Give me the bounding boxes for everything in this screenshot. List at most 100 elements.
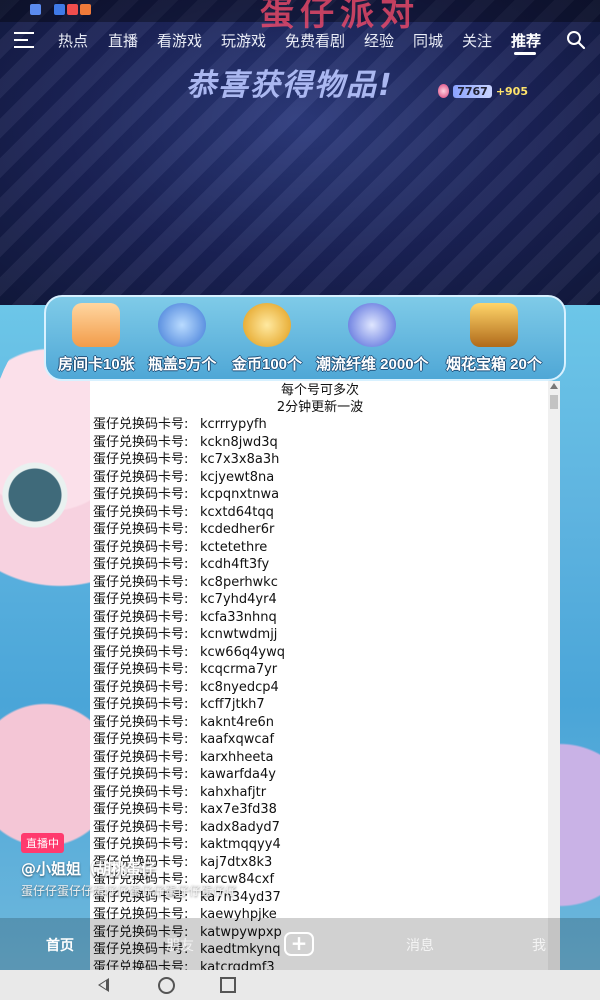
code-prefix: 蛋仔兑换码卡号: (93, 574, 189, 590)
active-tab-indicator (514, 52, 536, 55)
code-prefix: 蛋仔兑换码卡号: (93, 837, 189, 852)
tab-friends[interactable]: 朋友 (166, 935, 194, 955)
document-header-line: 每个号可多次 (280, 383, 359, 398)
code-line: 蛋仔兑换码卡号: kax7e3fd38 (93, 801, 543, 819)
code-prefix: 蛋仔兑换码卡号: (93, 452, 189, 467)
document-header: 每个号可多次 2分钟更新一波 (90, 381, 550, 416)
code-value: kaktmqqyy4 (200, 837, 281, 852)
code-line: 蛋仔兑换码卡号: kckn8jwd3q (93, 434, 543, 452)
code-value: kc8perhwkc (200, 574, 278, 590)
code-prefix: 蛋仔兑换码卡号: (93, 784, 189, 800)
fiber-orb-icon (348, 303, 397, 347)
code-line: 蛋仔兑换码卡号: kcdh4ft3fy (93, 556, 543, 574)
menu-icon[interactable] (14, 32, 34, 48)
reward-item: 潮流纤维 2000个 (316, 303, 429, 374)
code-line: 蛋仔兑换码卡号: kcpqnxtnwa (93, 486, 543, 504)
code-value: kcxtd64tqq (200, 504, 274, 520)
create-plus-icon[interactable]: + (284, 932, 314, 956)
reward-label: 潮流纤维 2000个 (316, 356, 429, 373)
congrats-text: 恭喜获得物品! (186, 68, 394, 103)
back-icon[interactable] (98, 978, 109, 992)
reward-item: 烟花宝箱 20个 (446, 303, 542, 374)
code-line: 蛋仔兑换码卡号: kaj7dtx8k3 (93, 854, 543, 872)
tab-local[interactable]: 同城 (413, 30, 443, 51)
code-line: 蛋仔兑换码卡号: kc7yhd4yr4 (93, 591, 543, 609)
reward-label: 烟花宝箱 20个 (446, 356, 542, 373)
code-value: kc7x3x8a3h (200, 452, 280, 467)
top-nav: 热点 直播 看游戏 玩游戏 免费看剧 经验 同城 关注 推荐 (0, 24, 600, 58)
reward-label: 房间卡10张 (58, 356, 135, 373)
document-scrollbar[interactable] (548, 381, 560, 970)
code-value: kcdh4ft3fy (200, 557, 270, 572)
tab-watch-games[interactable]: 看游戏 (157, 30, 202, 51)
code-line: 蛋仔兑换码卡号: kcfa33nhnq (93, 609, 543, 627)
code-prefix: 蛋仔兑换码卡号: (93, 819, 189, 835)
code-prefix: 蛋仔兑换码卡号: (93, 469, 189, 485)
coin-increment: +905 (495, 84, 528, 98)
code-value: kcpqnxtnwa (200, 487, 280, 502)
bottle-cap-icon (158, 303, 207, 347)
notification-icon (30, 4, 41, 15)
scrollbar-thumb[interactable] (550, 395, 558, 409)
code-line: 蛋仔兑换码卡号: kadx8adyd7 (93, 819, 543, 837)
code-value: kc8nyedcp4 (200, 679, 279, 695)
code-line: 蛋仔兑换码卡号: kc7x3x8a3h (93, 451, 543, 469)
code-prefix: 蛋仔兑换码卡号: (93, 557, 189, 572)
code-value: kc7yhd4yr4 (200, 592, 277, 607)
tab-free-dramas[interactable]: 免费看剧 (285, 30, 345, 51)
code-line: 蛋仔兑换码卡号: kcnwtwdmjj (93, 626, 543, 644)
code-value: karxhheeta (200, 749, 274, 765)
code-prefix: 蛋仔兑换码卡号: (93, 609, 189, 625)
code-value: kaafxqwcaf (200, 732, 275, 747)
tab-me[interactable]: 我 (532, 935, 546, 955)
code-value: kckn8jwd3q (200, 434, 278, 450)
notification-icon (54, 4, 65, 15)
scroll-up-icon[interactable] (550, 383, 558, 389)
video-description[interactable]: 蛋仔仔蛋仔仔蛋仔仔蛋仔仔蛋仔仔蛋仔仔 (21, 882, 237, 899)
reward-label: 瓶盖5万个 (148, 356, 217, 373)
code-value: kcrrrypyfh (200, 417, 267, 432)
code-line: 蛋仔兑换码卡号: kaafxqwcaf (93, 731, 543, 749)
code-value: kctetethre (200, 539, 268, 555)
code-prefix: 蛋仔兑换码卡号: (93, 644, 189, 660)
code-value: kaj7dtx8k3 (200, 854, 273, 870)
code-value: kahxhafjtr (200, 784, 267, 800)
recent-apps-icon[interactable] (220, 977, 236, 993)
system-nav-bar (0, 970, 600, 1000)
code-value: kax7e3fd38 (200, 802, 277, 817)
tab-home[interactable]: 首页 (46, 935, 74, 955)
code-line: 蛋仔兑换码卡号: kctetethre (93, 539, 543, 557)
code-value: kawarfda4y (200, 767, 276, 782)
code-prefix: 蛋仔兑换码卡号: (93, 767, 189, 782)
reward-label: 金币100个 (232, 356, 303, 373)
tab-messages[interactable]: 消息 (406, 935, 434, 955)
coin-value: 7767 (453, 84, 492, 98)
notification-icon (67, 4, 78, 15)
code-prefix: 蛋仔兑换码卡号: (93, 697, 189, 712)
home-icon[interactable] (158, 977, 175, 994)
code-value: kcff7jtkh7 (200, 697, 265, 712)
tab-hot[interactable]: 热点 (58, 30, 88, 51)
tab-live[interactable]: 直播 (108, 30, 138, 51)
tab-play-games[interactable]: 玩游戏 (221, 30, 266, 51)
code-line: 蛋仔兑换码卡号: kcw66q4ywq (93, 644, 543, 662)
code-prefix: 蛋仔兑换码卡号: (93, 504, 189, 520)
code-prefix: 蛋仔兑换码卡号: (93, 732, 189, 747)
code-line: 蛋仔兑换码卡号: kawarfda4y (93, 766, 543, 784)
live-badge[interactable]: 直播中 (21, 833, 64, 853)
coin-icon (438, 84, 450, 98)
bottom-tab-bar: 首页 朋友 + 消息 我 (0, 918, 600, 970)
tab-following[interactable]: 关注 (462, 30, 492, 51)
author-username[interactable]: @小姐姐（胡桃蛋仔 (21, 858, 156, 879)
search-icon[interactable] (566, 30, 586, 50)
tab-recommended[interactable]: 推荐 (511, 30, 541, 51)
code-prefix: 蛋仔兑换码卡号: (93, 434, 189, 450)
game-banner-title: 蛋仔派对 (260, 0, 420, 34)
code-line: 蛋仔兑换码卡号: kaktmqqyy4 (93, 836, 543, 854)
code-value: kaknt4re6n (200, 714, 274, 730)
tab-experience[interactable]: 经验 (364, 30, 394, 51)
code-value: kadx8adyd7 (200, 819, 280, 835)
code-line: 蛋仔兑换码卡号: kcxtd64tqq (93, 504, 543, 522)
code-prefix: 蛋仔兑换码卡号: (93, 627, 189, 642)
code-prefix: 蛋仔兑换码卡号: (93, 487, 189, 502)
